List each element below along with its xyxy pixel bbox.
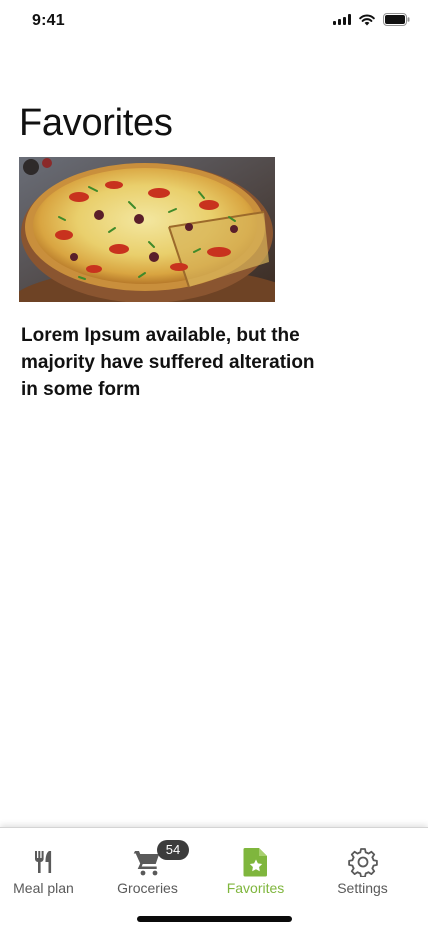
status-icons (333, 13, 410, 26)
tab-label: Favorites (226, 880, 285, 896)
gear-icon (309, 846, 416, 878)
wifi-icon (359, 13, 375, 25)
tab-favorites[interactable]: Favorites (202, 846, 309, 896)
home-indicator (137, 916, 292, 922)
favorite-file-icon (202, 846, 309, 878)
fork-knife-icon (0, 846, 97, 878)
status-bar: 9:41 (0, 0, 428, 44)
battery-icon (383, 13, 410, 26)
page-title: Favorites (19, 102, 173, 144)
tab-meal-plan[interactable]: Meal plan (0, 846, 97, 896)
cart-icon: 54 (94, 840, 201, 878)
tab-label: Groceries (117, 880, 178, 896)
tab-groceries[interactable]: 54 Groceries (94, 840, 201, 896)
pizza-photo[interactable] (19, 157, 275, 302)
favorite-card[interactable]: Lorem Ipsum available, but the majority … (19, 157, 319, 403)
status-time: 9:41 (32, 12, 65, 29)
tab-label: Settings (337, 880, 388, 896)
groceries-count-badge: 54 (157, 840, 189, 860)
favorite-title[interactable]: Lorem Ipsum available, but the majority … (21, 322, 321, 403)
cellular-signal-icon (333, 14, 351, 25)
tab-settings[interactable]: Settings (309, 846, 416, 896)
tab-bar: Meal plan 54 Groceries Favorites Setting… (0, 827, 428, 926)
tab-label: Meal plan (13, 880, 74, 896)
